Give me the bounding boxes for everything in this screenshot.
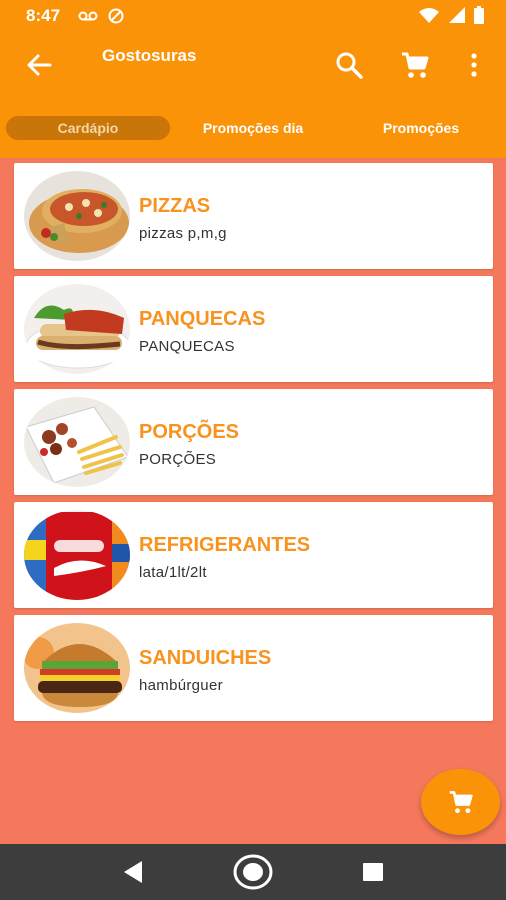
voicemail-icon bbox=[78, 11, 98, 21]
back-triangle-icon[interactable] bbox=[120, 858, 146, 886]
tab-cardapio[interactable]: Cardápio bbox=[6, 116, 170, 140]
signal-icon bbox=[449, 7, 465, 23]
category-card-refrigerantes[interactable]: REFRIGERANTES lata/1lt/2lt bbox=[14, 502, 493, 608]
status-time: 8:47 bbox=[26, 6, 61, 25]
soda-cans-photo bbox=[24, 510, 130, 600]
search-icon[interactable] bbox=[334, 50, 364, 80]
recents-square-icon[interactable] bbox=[362, 862, 384, 882]
category-card-panquecas[interactable]: PANQUECAS PANQUECAS bbox=[14, 276, 493, 382]
home-circle-icon[interactable] bbox=[232, 854, 274, 890]
category-card-sanduiches[interactable]: SANDUICHES hambúrguer bbox=[14, 615, 493, 721]
status-right-icons bbox=[418, 6, 484, 24]
pancakes-photo bbox=[24, 284, 130, 374]
more-vert-icon[interactable] bbox=[462, 50, 486, 80]
category-subtitle: PANQUECAS bbox=[139, 338, 235, 355]
category-subtitle: PORÇÕES bbox=[139, 451, 217, 468]
tab-promocoes[interactable]: Promoções bbox=[346, 116, 496, 140]
tab-promocoes-dia[interactable]: Promoções dia bbox=[178, 116, 328, 140]
floating-cart-button[interactable] bbox=[421, 769, 500, 835]
system-nav-bar bbox=[0, 844, 506, 900]
category-card-porcoes[interactable]: PORÇÕES PORÇÕES bbox=[14, 389, 493, 495]
category-title: REFRIGERANTES bbox=[139, 534, 311, 556]
cart-icon bbox=[449, 791, 473, 814]
tab-bar: Cardápio Promoções dia Promoções bbox=[0, 98, 506, 158]
category-subtitle: lata/1lt/2lt bbox=[139, 564, 207, 581]
category-list: PIZZAS pizzas p,m,g PANQUECAS PANQUECAS bbox=[14, 163, 493, 728]
pizza-photo bbox=[24, 171, 130, 261]
wifi-icon bbox=[419, 8, 439, 23]
status-bar: 8:47 bbox=[0, 0, 506, 32]
category-title: PIZZAS bbox=[139, 195, 211, 217]
category-subtitle: hambúrguer bbox=[139, 677, 223, 694]
data-saver-icon bbox=[108, 8, 124, 24]
page-title: Gostosuras bbox=[102, 46, 197, 65]
category-title: PORÇÕES bbox=[139, 421, 240, 443]
app-bar: Gostosuras bbox=[0, 32, 506, 98]
category-title: SANDUICHES bbox=[139, 647, 272, 669]
category-subtitle: pizzas p,m,g bbox=[139, 225, 227, 242]
burger-photo bbox=[24, 623, 130, 713]
battery-icon bbox=[474, 6, 484, 24]
category-card-pizzas[interactable]: PIZZAS pizzas p,m,g bbox=[14, 163, 493, 269]
portions-photo bbox=[24, 397, 130, 487]
status-left-icons bbox=[78, 8, 124, 24]
back-arrow-icon[interactable] bbox=[24, 50, 54, 80]
category-title: PANQUECAS bbox=[139, 308, 266, 330]
cart-icon[interactable] bbox=[400, 50, 430, 80]
